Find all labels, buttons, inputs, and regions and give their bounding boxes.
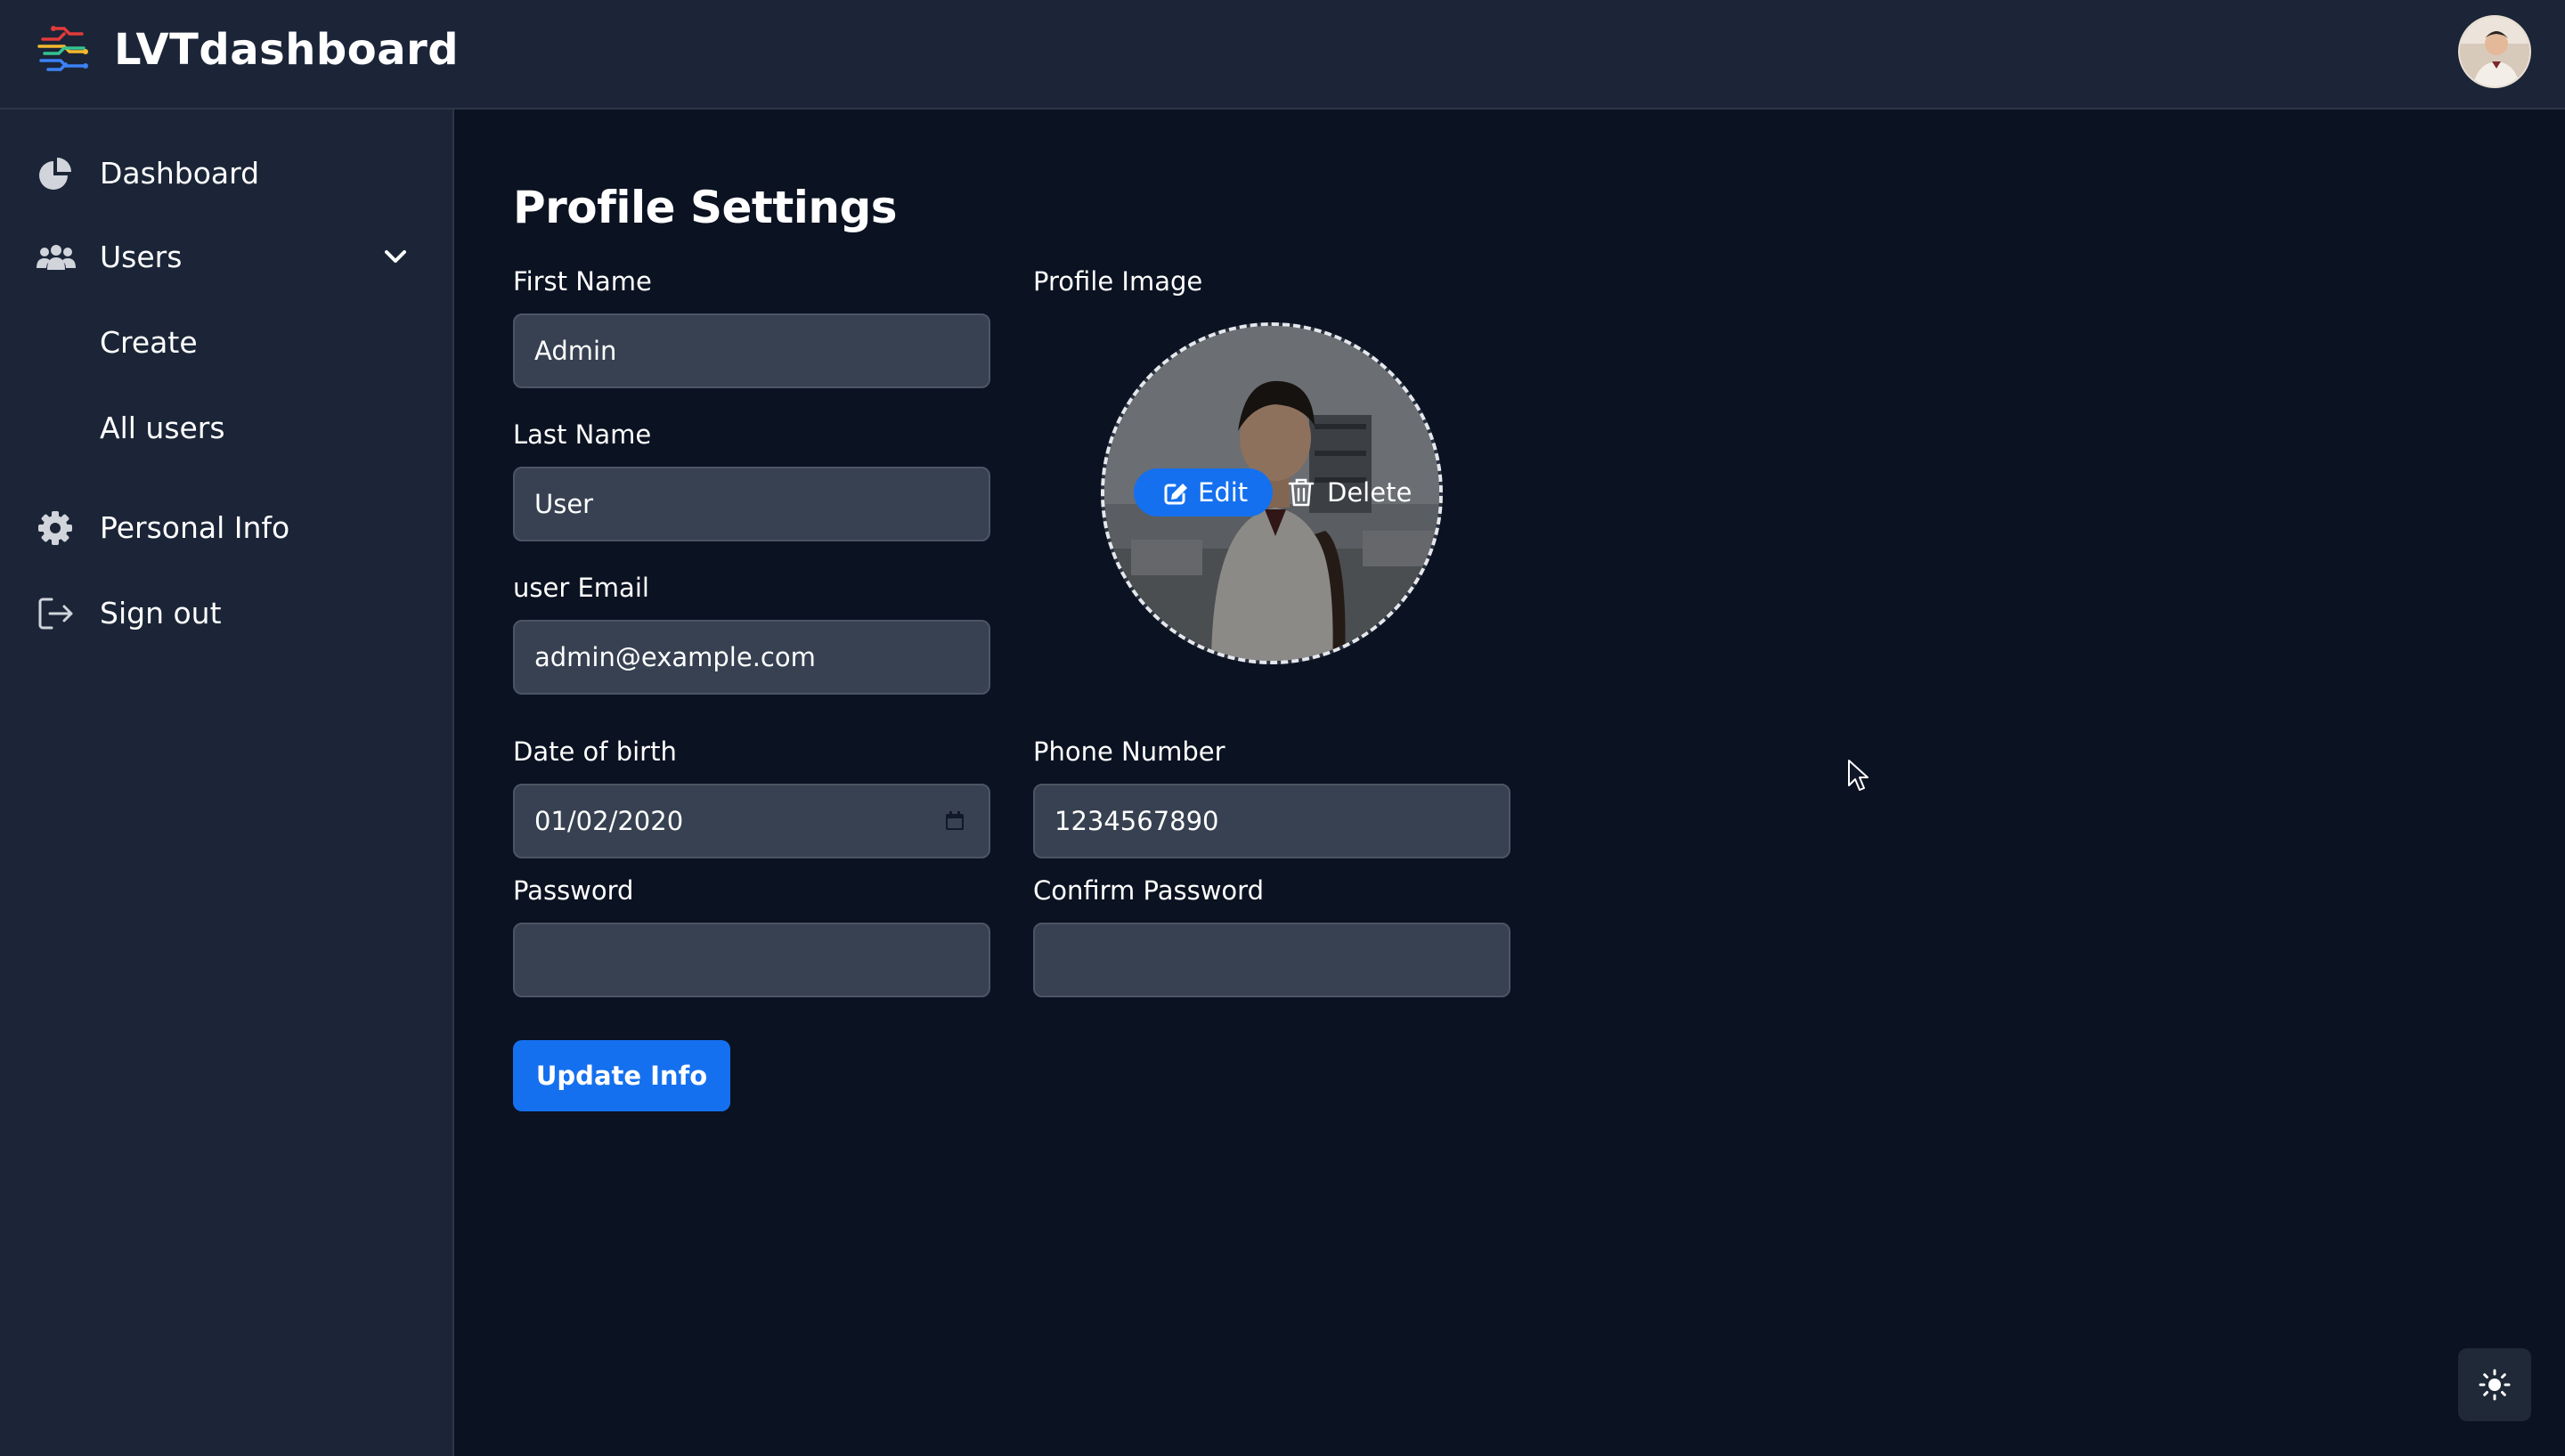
- sidebar-item-label: All users: [100, 411, 225, 445]
- first-name-input[interactable]: [513, 313, 990, 388]
- edit-icon: [1164, 484, 1187, 505]
- users-icon: [37, 245, 76, 270]
- email-label: user Email: [513, 573, 649, 603]
- sidebar-item-users[interactable]: Users: [36, 225, 428, 288]
- sidebar-item-personal-info[interactable]: Personal Info: [36, 496, 428, 558]
- phone-input[interactable]: [1033, 784, 1510, 858]
- sidebar-item-label: Create: [100, 325, 198, 360]
- sidebar-item-sign-out[interactable]: Sign out: [36, 582, 428, 644]
- trash-icon: [1288, 478, 1315, 507]
- last-name-label: Last Name: [513, 419, 652, 450]
- phone-label: Phone Number: [1033, 736, 1226, 767]
- chevron-down-icon[interactable]: [381, 245, 410, 268]
- confirm-password-label: Confirm Password: [1033, 875, 1264, 906]
- sidebar-item-label: Dashboard: [100, 156, 260, 191]
- password-input[interactable]: [513, 923, 990, 997]
- gear-icon: [38, 511, 72, 545]
- sidebar-item-dashboard[interactable]: Dashboard: [36, 142, 428, 204]
- dob-input[interactable]: [513, 784, 990, 858]
- sidebar-item-label: Users: [100, 240, 183, 274]
- delete-image-button[interactable]: Delete: [1288, 468, 1421, 517]
- sidebar-item-label: Personal Info: [100, 510, 290, 545]
- mouse-cursor-icon: [1848, 760, 1869, 791]
- user-avatar[interactable]: [2458, 15, 2531, 88]
- update-info-button[interactable]: Update Info: [513, 1040, 730, 1111]
- sidebar-item-label: Sign out: [100, 596, 222, 630]
- app-title: LVTdashboard: [114, 25, 460, 75]
- edit-label: Edit: [1198, 477, 1249, 508]
- sidebar-item-create[interactable]: Create: [36, 311, 428, 373]
- pie-chart-icon: [39, 158, 71, 190]
- profile-image-label: Profile Image: [1033, 266, 1203, 297]
- edit-image-button[interactable]: Edit: [1134, 468, 1273, 517]
- dob-label: Date of birth: [513, 736, 677, 767]
- logo-icon: [37, 26, 88, 71]
- delete-label: Delete: [1327, 477, 1413, 508]
- top-bar: LVTdashboard: [0, 0, 2565, 110]
- calendar-icon[interactable]: [944, 810, 965, 832]
- first-name-label: First Name: [513, 266, 652, 297]
- theme-toggle-button[interactable]: [2458, 1348, 2531, 1421]
- confirm-password-input[interactable]: [1033, 923, 1510, 997]
- sign-out-icon: [38, 598, 73, 630]
- page-title: Profile Settings: [513, 182, 898, 233]
- password-label: Password: [513, 875, 634, 906]
- sidebar-item-all-users[interactable]: All users: [36, 396, 428, 459]
- last-name-input[interactable]: [513, 467, 990, 541]
- email-input[interactable]: [513, 620, 990, 695]
- sun-icon: [2479, 1369, 2511, 1401]
- sidebar: Dashboard Users Create All users Persona…: [0, 110, 454, 1456]
